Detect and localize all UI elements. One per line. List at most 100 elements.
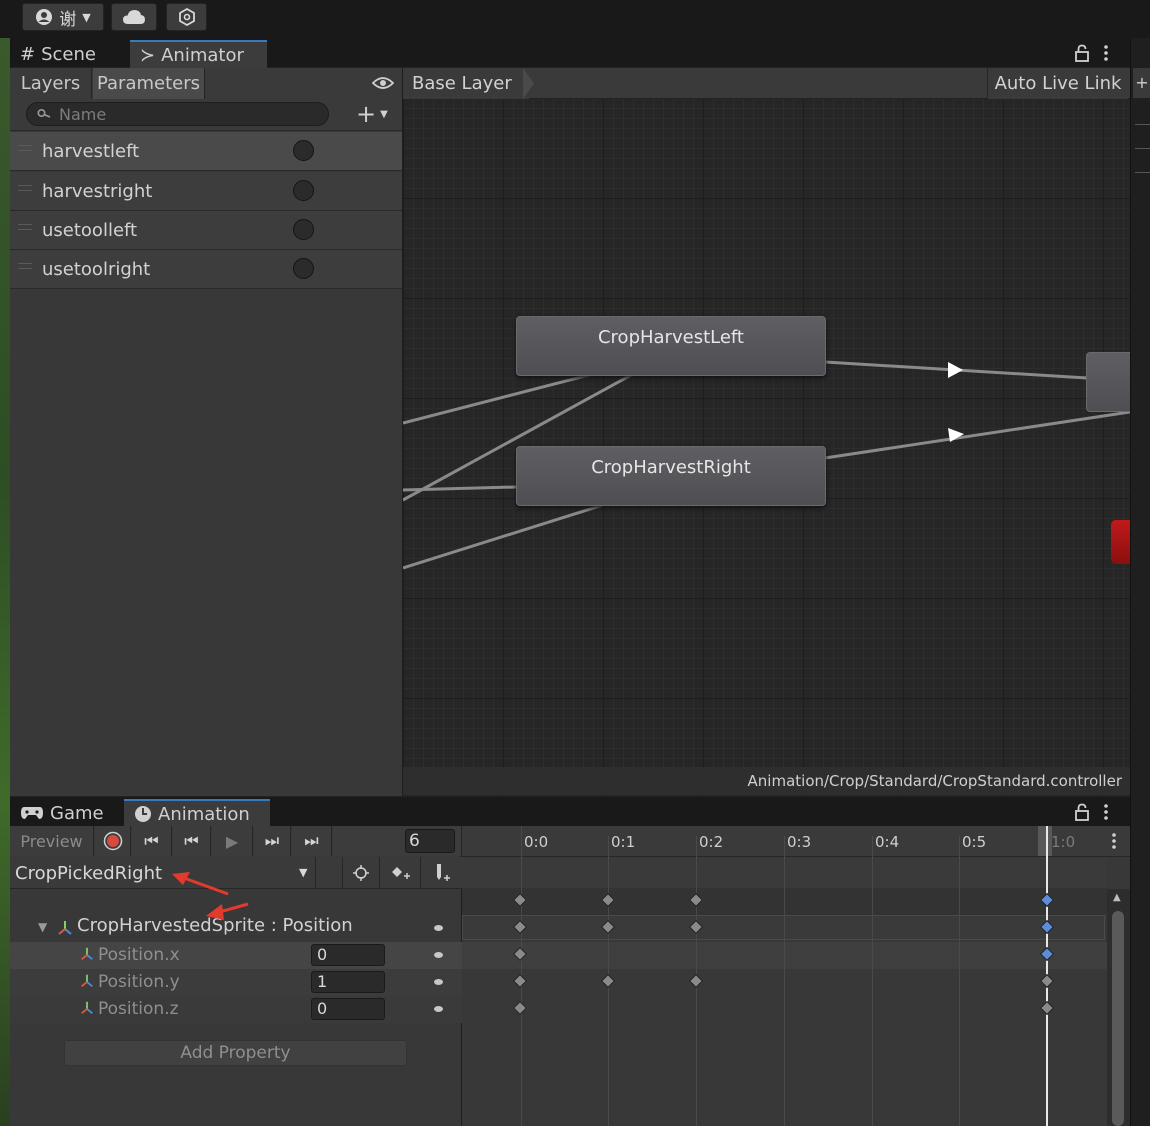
lock-icon[interactable] bbox=[1074, 803, 1090, 821]
parameter-name: usetoolleft bbox=[42, 220, 138, 241]
tab-game-label: Game bbox=[50, 802, 104, 824]
add-parameter-button[interactable]: + ▼ bbox=[356, 102, 388, 126]
state-node[interactable]: CropHarvestLeft bbox=[516, 316, 826, 376]
account-label: 谢 bbox=[59, 9, 77, 30]
transform-axes-icon bbox=[81, 974, 93, 988]
add-keyframe-icon bbox=[391, 867, 410, 879]
play-button[interactable]: ▶ bbox=[212, 826, 253, 856]
timeline-tick: 0:1 bbox=[611, 833, 636, 851]
prev-key-button[interactable]: ⏮ bbox=[173, 826, 211, 856]
transition-arrow-icon bbox=[948, 428, 964, 442]
account-icon bbox=[36, 9, 53, 25]
lock-icon[interactable] bbox=[1074, 44, 1090, 62]
step-forward-icon: ⏭ bbox=[264, 831, 280, 850]
gamepad-icon bbox=[21, 807, 43, 819]
record-icon bbox=[103, 831, 122, 851]
parameter-row[interactable]: harvestright bbox=[10, 172, 402, 211]
animator-icon: ≻ bbox=[140, 44, 156, 66]
crosshair-icon bbox=[353, 865, 369, 881]
options-dot-icon[interactable] bbox=[434, 952, 443, 958]
property-row[interactable]: Position.z 0 bbox=[10, 996, 462, 1023]
tab-scene[interactable]: # Scene bbox=[10, 40, 128, 68]
main-toolbar: 谢 ▼ bbox=[0, 0, 1150, 38]
last-key-button[interactable]: ⏭ bbox=[292, 826, 332, 856]
property-value-input[interactable]: 0 bbox=[311, 998, 385, 1020]
trigger-toggle[interactable] bbox=[293, 140, 314, 161]
record-button[interactable] bbox=[95, 826, 131, 856]
parameter-name: harvestright bbox=[42, 181, 153, 202]
tab-layers[interactable]: Layers bbox=[10, 68, 92, 99]
parameter-row[interactable]: usetoolleft bbox=[10, 211, 402, 250]
property-name: Position.x bbox=[98, 945, 180, 965]
trigger-toggle[interactable] bbox=[293, 219, 314, 240]
animator-graph[interactable]: CropHarvestLeft CropHarvestRight bbox=[403, 68, 1130, 796]
trigger-toggle[interactable] bbox=[293, 258, 314, 279]
breadcrumb-label: Base Layer bbox=[412, 73, 512, 94]
grid-icon: # bbox=[20, 43, 36, 65]
transition-lines bbox=[403, 360, 1130, 570]
breadcrumb-arrow-icon bbox=[523, 68, 534, 99]
first-key-button[interactable]: ⏮ bbox=[132, 826, 172, 856]
add-event-button[interactable] bbox=[422, 857, 462, 889]
tab-animator[interactable]: ≻ Animator bbox=[130, 40, 267, 68]
drag-handle-icon[interactable] bbox=[18, 145, 32, 151]
drag-handle-icon[interactable] bbox=[18, 263, 32, 269]
controller-path-label: Animation/Crop/Standard/CropStandard.con… bbox=[747, 772, 1122, 790]
collab-button[interactable] bbox=[166, 3, 207, 31]
drag-handle-icon[interactable] bbox=[18, 224, 32, 230]
tab-animation[interactable]: Animation bbox=[124, 799, 270, 827]
clip-dropdown[interactable]: CropPickedRight ▼ bbox=[10, 857, 316, 889]
filter-button[interactable] bbox=[342, 857, 380, 889]
parameter-row[interactable]: usetoolright bbox=[10, 250, 402, 289]
parameter-name: usetoolright bbox=[42, 259, 151, 280]
scrollbar-thumb[interactable] bbox=[1112, 911, 1124, 1126]
add-keyframe-button[interactable] bbox=[381, 857, 421, 889]
eye-icon[interactable] bbox=[372, 76, 394, 90]
transform-axes-icon bbox=[58, 921, 72, 935]
next-key-button[interactable]: ⏭ bbox=[254, 826, 291, 856]
expand-triangle-icon[interactable]: ▼ bbox=[38, 920, 47, 934]
trigger-toggle[interactable] bbox=[293, 180, 314, 201]
property-value-input[interactable]: 0 bbox=[311, 944, 385, 966]
auto-live-link-button[interactable]: Auto Live Link bbox=[987, 68, 1128, 99]
exit-state-node[interactable] bbox=[1111, 520, 1130, 564]
drag-handle-icon[interactable] bbox=[18, 185, 32, 191]
options-dot-icon[interactable] bbox=[434, 1006, 443, 1012]
add-property-button[interactable]: Add Property bbox=[64, 1040, 407, 1066]
side-plus-icon[interactable]: + bbox=[1133, 68, 1150, 98]
preview-button[interactable]: Preview bbox=[10, 826, 94, 856]
chevron-down-icon: ▼ bbox=[82, 10, 91, 24]
add-event-icon bbox=[437, 864, 450, 881]
timeline-tick: 1:0 bbox=[1051, 833, 1076, 851]
timeline-tick: 0:3 bbox=[787, 833, 812, 851]
vertical-scrollbar[interactable]: ▲ bbox=[1107, 889, 1130, 1126]
transform-axes-icon bbox=[81, 947, 93, 961]
cloud-icon bbox=[123, 10, 145, 24]
more-options-icon[interactable] bbox=[1103, 44, 1109, 62]
tab-parameters[interactable]: Parameters bbox=[93, 68, 205, 99]
scroll-up-icon[interactable]: ▲ bbox=[1113, 892, 1121, 903]
options-dot-icon[interactable] bbox=[434, 925, 443, 931]
dopesheet[interactable]: 0:0 0:1 0:2 0:3 0:4 0:5 1:0 ▲ bbox=[462, 826, 1130, 1126]
search-input[interactable]: Name bbox=[26, 102, 329, 126]
state-node-partial[interactable] bbox=[1086, 352, 1130, 412]
tab-game[interactable]: Game bbox=[10, 799, 122, 827]
skip-end-icon: ⏭ bbox=[304, 831, 319, 850]
breadcrumb[interactable]: Base Layer bbox=[403, 68, 529, 99]
more-options-icon[interactable] bbox=[1103, 803, 1109, 821]
property-row[interactable]: Position.x 0 bbox=[10, 942, 462, 969]
frame-input[interactable]: 6 bbox=[405, 829, 455, 853]
chevron-down-icon: ▼ bbox=[380, 108, 388, 120]
property-row[interactable]: Position.y 1 bbox=[10, 969, 462, 996]
more-options-icon[interactable] bbox=[1111, 832, 1117, 850]
search-icon bbox=[37, 108, 51, 118]
property-value-input[interactable]: 1 bbox=[311, 971, 385, 993]
account-dropdown[interactable]: 谢 ▼ bbox=[22, 3, 104, 31]
options-dot-icon[interactable] bbox=[434, 979, 443, 985]
cloud-button[interactable] bbox=[111, 3, 157, 31]
grid-line bbox=[784, 836, 785, 1126]
state-node[interactable]: CropHarvestRight bbox=[516, 446, 826, 506]
parameters-panel: Layers Parameters Name + ▼ harvestleft h… bbox=[10, 68, 403, 796]
parameter-row[interactable]: harvestleft bbox=[10, 132, 402, 171]
timeline-tick: 0:0 bbox=[524, 833, 549, 851]
